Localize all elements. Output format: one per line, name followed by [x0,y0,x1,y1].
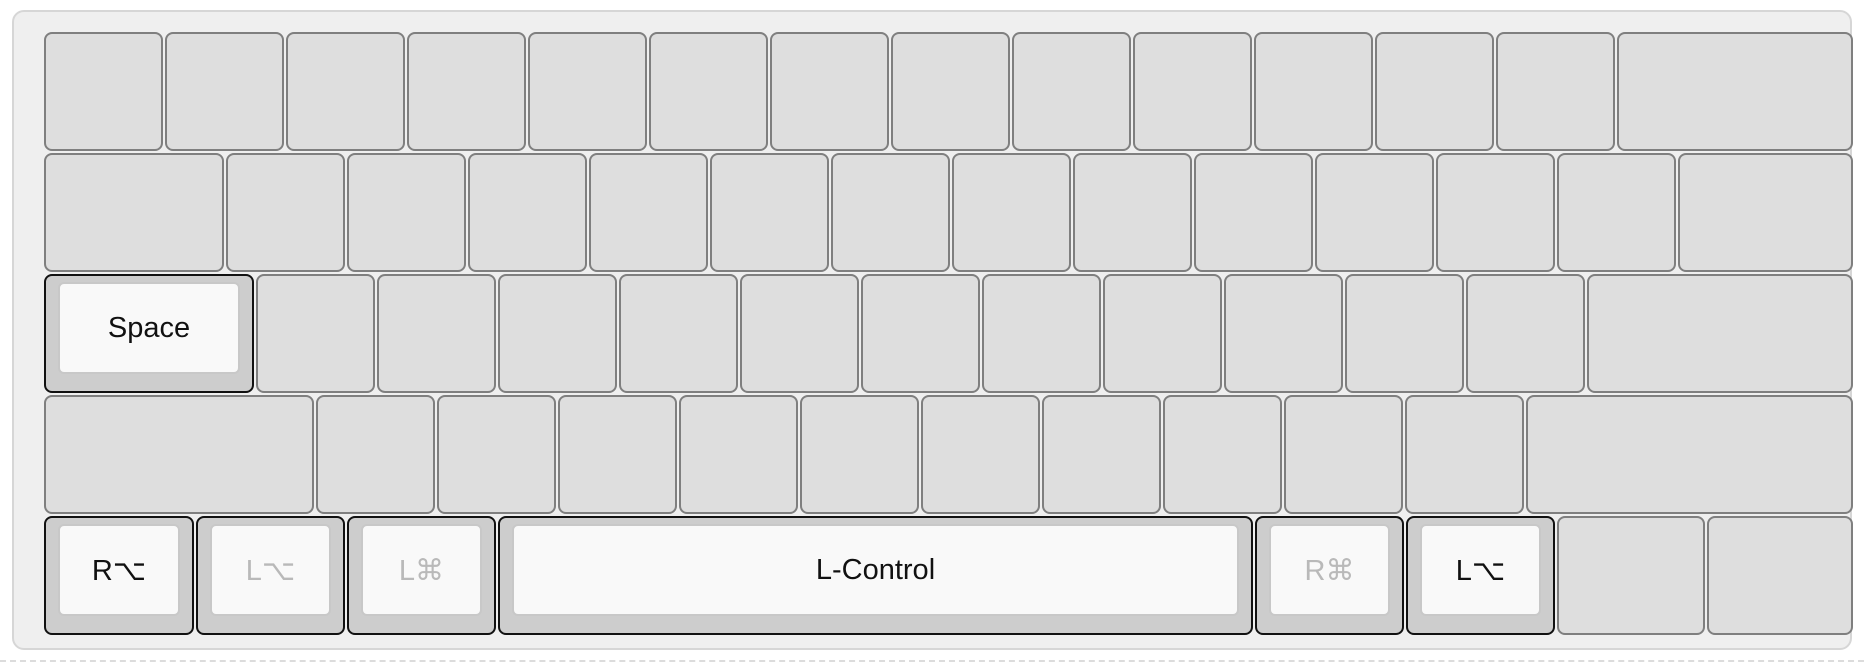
key-right-option-mapped[interactable]: L⌥ [1406,516,1555,635]
key[interactable] [1587,274,1853,393]
key[interactable] [921,395,1040,514]
key[interactable] [740,274,859,393]
key-cap-label: R⌥ [58,524,180,616]
key[interactable] [165,32,284,151]
key-caps-lock-mapped-space[interactable]: Space [44,274,254,393]
key[interactable] [1315,153,1434,272]
key[interactable] [619,274,738,393]
key[interactable] [1436,153,1555,272]
key[interactable] [1103,274,1222,393]
key[interactable] [982,274,1101,393]
key[interactable] [1163,395,1282,514]
key[interactable] [1496,32,1615,151]
key[interactable] [44,395,314,514]
key[interactable] [1345,274,1464,393]
key[interactable] [952,153,1071,272]
key[interactable] [558,395,677,514]
key[interactable] [468,153,587,272]
key[interactable] [1466,274,1585,393]
key[interactable] [891,32,1010,151]
key[interactable] [1526,395,1853,514]
key[interactable] [1194,153,1313,272]
key[interactable] [710,153,829,272]
key[interactable] [1617,32,1853,151]
key[interactable] [589,153,708,272]
key[interactable] [1405,395,1524,514]
key[interactable] [1224,274,1343,393]
key[interactable] [1133,32,1252,151]
key[interactable] [528,32,647,151]
key[interactable] [1284,395,1403,514]
key[interactable] [1042,395,1161,514]
key[interactable] [44,153,224,272]
key[interactable] [347,153,466,272]
key-left-command-mapped[interactable]: L⌘ [347,516,496,635]
bottom-dashed-divider [0,660,1864,662]
key[interactable] [316,395,435,514]
key-cap-label: L⌥ [1420,524,1541,616]
key-cap-label: L⌘ [361,524,482,616]
key[interactable] [800,395,919,514]
key[interactable] [437,395,556,514]
key-left-control-mapped[interactable]: R⌥ [44,516,194,635]
key-right-command-mapped[interactable]: R⌘ [1255,516,1404,635]
key-cap-label: L-Control [512,524,1239,616]
key[interactable] [377,274,496,393]
key[interactable] [679,395,798,514]
key-left-option-mapped[interactable]: L⌥ [196,516,345,635]
key[interactable] [831,153,950,272]
key[interactable] [1073,153,1192,272]
key[interactable] [226,153,345,272]
key[interactable] [1557,153,1676,272]
key[interactable] [1012,32,1131,151]
key-cap-label: Space [58,282,240,374]
key[interactable] [861,274,980,393]
key[interactable] [1375,32,1494,151]
key[interactable] [286,32,405,151]
key[interactable] [1707,516,1853,635]
key[interactable] [770,32,889,151]
key[interactable] [1678,153,1853,272]
key-cap-label: L⌥ [210,524,331,616]
key-cap-label: R⌘ [1269,524,1390,616]
key-spacebar-mapped[interactable]: L-Control [498,516,1253,635]
keyboard-layout: Space R⌥ L⌥ L⌘ L-Control R⌘ L⌥ [12,10,1853,650]
key[interactable] [407,32,526,151]
key[interactable] [44,32,163,151]
key[interactable] [498,274,617,393]
key[interactable] [649,32,768,151]
key[interactable] [1557,516,1705,635]
key[interactable] [256,274,375,393]
key[interactable] [1254,32,1373,151]
